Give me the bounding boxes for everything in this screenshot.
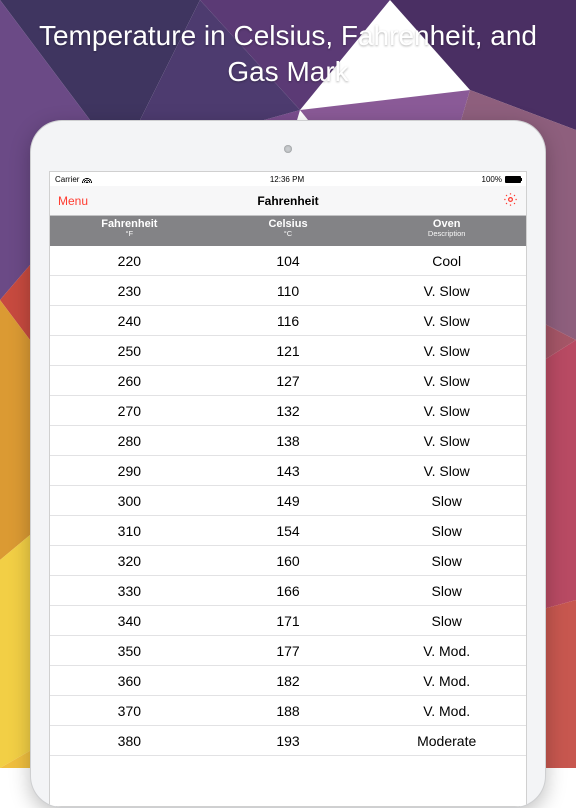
- cell: 171: [209, 613, 368, 629]
- cell: 160: [209, 553, 368, 569]
- table-row[interactable]: 310154Slow: [50, 516, 526, 546]
- cell: 138: [209, 433, 368, 449]
- header-celsius: Celsius °C: [209, 216, 368, 246]
- cell: 270: [50, 403, 209, 419]
- cell: 154: [209, 523, 368, 539]
- cell: 121: [209, 343, 368, 359]
- table-row[interactable]: 320160Slow: [50, 546, 526, 576]
- cell: 193: [209, 733, 368, 749]
- cell: 320: [50, 553, 209, 569]
- table-row[interactable]: 330166Slow: [50, 576, 526, 606]
- cell: Slow: [367, 523, 526, 539]
- cell: 149: [209, 493, 368, 509]
- table-header: Fahrenheit °F Celsius °C Oven Descriptio…: [50, 216, 526, 246]
- cell: 110: [209, 283, 368, 299]
- tablet-camera: [284, 145, 292, 153]
- cell: Slow: [367, 613, 526, 629]
- table-row[interactable]: 380193Moderate: [50, 726, 526, 756]
- cell: 370: [50, 703, 209, 719]
- battery-percent: 100%: [482, 175, 502, 184]
- table-row[interactable]: 290143V. Slow: [50, 456, 526, 486]
- cell: Slow: [367, 553, 526, 569]
- table-row[interactable]: 360182V. Mod.: [50, 666, 526, 696]
- cell: 350: [50, 643, 209, 659]
- cell: 260: [50, 373, 209, 389]
- cell: V. Slow: [367, 403, 526, 419]
- cell: 182: [209, 673, 368, 689]
- cell: V. Slow: [367, 343, 526, 359]
- table-row[interactable]: 280138V. Slow: [50, 426, 526, 456]
- cell: 360: [50, 673, 209, 689]
- cell: 143: [209, 463, 368, 479]
- cell: Cool: [367, 253, 526, 269]
- cell: 177: [209, 643, 368, 659]
- status-time: 12:36 PM: [270, 175, 304, 184]
- cell: 300: [50, 493, 209, 509]
- cell: 127: [209, 373, 368, 389]
- cell: Slow: [367, 583, 526, 599]
- gear-icon[interactable]: [503, 192, 518, 210]
- cell: 230: [50, 283, 209, 299]
- cell: 240: [50, 313, 209, 329]
- cell: 104: [209, 253, 368, 269]
- status-bar: Carrier 12:36 PM 100%: [50, 172, 526, 186]
- table-row[interactable]: 370188V. Mod.: [50, 696, 526, 726]
- table-body[interactable]: 220104Cool230110V. Slow240116V. Slow2501…: [50, 246, 526, 756]
- cell: V. Slow: [367, 433, 526, 449]
- carrier-label: Carrier: [55, 175, 79, 184]
- cell: V. Slow: [367, 463, 526, 479]
- header-oven: Oven Description: [367, 216, 526, 246]
- tablet-frame: Carrier 12:36 PM 100% Menu Fahrenheit Fa…: [30, 120, 546, 808]
- cell: V. Mod.: [367, 643, 526, 659]
- table-row[interactable]: 270132V. Slow: [50, 396, 526, 426]
- table-row[interactable]: 250121V. Slow: [50, 336, 526, 366]
- cell: V. Slow: [367, 313, 526, 329]
- table-row[interactable]: 340171Slow: [50, 606, 526, 636]
- table-row[interactable]: 300149Slow: [50, 486, 526, 516]
- cell: 250: [50, 343, 209, 359]
- cell: V. Mod.: [367, 673, 526, 689]
- cell: 340: [50, 613, 209, 629]
- cell: 132: [209, 403, 368, 419]
- table-row[interactable]: 240116V. Slow: [50, 306, 526, 336]
- cell: 330: [50, 583, 209, 599]
- cell: V. Mod.: [367, 703, 526, 719]
- cell: 188: [209, 703, 368, 719]
- table-row[interactable]: 350177V. Mod.: [50, 636, 526, 666]
- cell: 280: [50, 433, 209, 449]
- cell: 166: [209, 583, 368, 599]
- battery-icon: [505, 176, 521, 183]
- cell: 380: [50, 733, 209, 749]
- screen: Carrier 12:36 PM 100% Menu Fahrenheit Fa…: [49, 171, 527, 807]
- cell: V. Slow: [367, 283, 526, 299]
- table-row[interactable]: 220104Cool: [50, 246, 526, 276]
- cell: Moderate: [367, 733, 526, 749]
- cell: 116: [209, 313, 368, 329]
- table-row[interactable]: 230110V. Slow: [50, 276, 526, 306]
- cell: 220: [50, 253, 209, 269]
- table-row[interactable]: 260127V. Slow: [50, 366, 526, 396]
- wifi-icon: [82, 175, 92, 183]
- page-title: Fahrenheit: [50, 194, 526, 208]
- cell: V. Slow: [367, 373, 526, 389]
- promo-heading: Temperature in Celsius, Fahrenheit, and …: [0, 0, 576, 103]
- header-fahrenheit: Fahrenheit °F: [50, 216, 209, 246]
- cell: Slow: [367, 493, 526, 509]
- menu-button[interactable]: Menu: [58, 194, 88, 208]
- cell: 310: [50, 523, 209, 539]
- cell: 290: [50, 463, 209, 479]
- nav-bar: Menu Fahrenheit: [50, 186, 526, 216]
